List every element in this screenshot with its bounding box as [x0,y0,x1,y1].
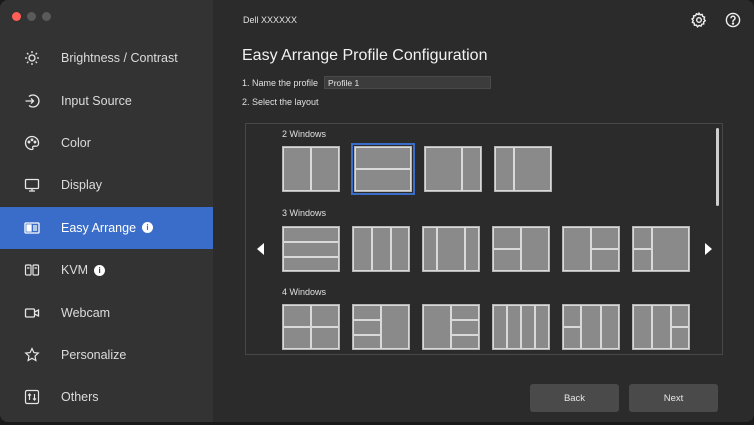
layout-thumbnail[interactable] [562,304,620,350]
sidebar-item-easy-arrange[interactable]: Easy Arrange i [0,206,213,249]
info-icon[interactable]: i [142,222,154,234]
profile-name-input[interactable] [324,76,492,89]
layout-scrollbar[interactable] [716,128,719,206]
layout-panel: 2 Windows 3 Windows 4 Windows [245,123,723,355]
main-panel: Dell XXXXXX Easy Arrange Profile Configu… [213,0,754,422]
input-source-icon [23,92,41,110]
sidebar-item-webcam[interactable]: Webcam [0,291,213,333]
layout-thumbnail[interactable] [422,226,480,272]
sidebar-item-label: Input Source [61,93,132,108]
layout-thumbnail[interactable] [422,304,480,350]
sidebar-item-label: Color [61,135,91,150]
sidebar-item-label: Personalize [61,347,127,362]
sidebar-item-brightness-contrast[interactable]: Brightness / Contrast [0,37,213,79]
page-title: Easy Arrange Profile Configuration [242,47,488,64]
back-button[interactable]: Back [530,384,619,412]
kvm-icon [23,261,41,279]
sidebar: Brightness / Contrast Input Source Color… [0,0,213,422]
sidebar-item-label: Easy Arrange [61,220,137,235]
easy-arrange-icon [23,219,41,237]
others-icon [23,388,41,406]
layout-thumbnail[interactable] [424,146,482,192]
sidebar-item-label: Webcam [61,305,111,320]
zoom-window-button[interactable] [42,12,51,21]
scroll-right-arrow-icon[interactable] [703,241,713,257]
sidebar-item-display[interactable]: Display [0,164,213,206]
brightness-icon [23,49,41,67]
group-label-3-windows: 3 Windows [282,208,327,218]
sidebar-item-input-source[interactable]: Input Source [0,79,213,121]
layout-thumbnail[interactable] [632,304,690,350]
minimize-window-button[interactable] [27,12,36,21]
group-label-2-windows: 2 Windows [282,129,327,139]
layout-thumbnail[interactable] [632,226,690,272]
next-button[interactable]: Next [629,384,718,412]
sidebar-item-others[interactable]: Others [0,376,213,418]
sidebar-item-personalize[interactable]: Personalize [0,334,213,376]
sidebar-item-color[interactable]: Color [0,122,213,164]
scroll-left-arrow-icon[interactable] [256,241,266,257]
layout-thumbnail[interactable] [562,226,620,272]
window-controls [12,12,51,21]
info-icon[interactable]: i [94,264,106,276]
layout-thumbnail[interactable] [494,146,552,192]
help-icon[interactable] [725,12,741,28]
step2-label: 2. Select the layout [242,97,319,107]
close-window-button[interactable] [12,12,21,21]
layout-thumbnail[interactable] [282,304,340,350]
layout-thumbnail[interactable] [352,304,410,350]
sidebar-nav: Brightness / Contrast Input Source Color… [0,37,213,419]
layout-thumbnail[interactable] [492,226,550,272]
layout-thumbnail[interactable] [282,146,340,192]
sidebar-item-kvm[interactable]: KVM i [0,249,213,291]
sidebar-item-label: Others [61,390,99,405]
star-icon [23,346,41,364]
display-icon [23,176,41,194]
webcam-icon [23,304,41,322]
gear-icon[interactable] [690,11,707,28]
sidebar-item-label: Display [61,178,102,193]
window-title: Dell XXXXXX [243,15,298,25]
step-name-profile: 1. Name the profile [242,76,492,89]
sidebar-item-label: KVM [61,263,89,278]
group-label-4-windows: 4 Windows [282,287,327,297]
layout-thumbnail[interactable] [492,304,550,350]
sidebar-item-label: Brightness / Contrast [61,51,178,66]
layout-thumbnail-selected[interactable] [351,143,415,195]
color-palette-icon [23,134,41,152]
step1-label: 1. Name the profile [242,77,319,88]
layout-thumbnail[interactable] [282,226,340,272]
layout-thumbnail[interactable] [352,226,410,272]
app-window: Brightness / Contrast Input Source Color… [0,0,754,422]
